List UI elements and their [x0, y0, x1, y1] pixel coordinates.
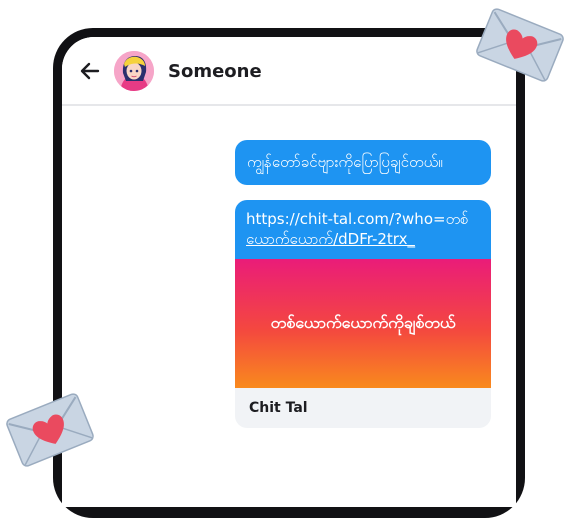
link-message-card[interactable]: https://chit-tal.com/?who=တစ် ယောက်ယောက်… — [235, 200, 491, 428]
chat-header: Someone — [62, 37, 516, 106]
link-preview-banner[interactable]: တစ်ယောက်ယောက်ကိုချစ်တယ် — [235, 259, 491, 388]
chat-screen: Someone ကျွန်တော်ခင်ဗျားကိုပြောပြချင်တယ်… — [62, 37, 516, 507]
link-site-name: Chit Tal — [249, 400, 308, 416]
love-letter-icon — [470, 0, 570, 90]
message-bubble[interactable]: ကျွန်တော်ခင်ဗျားကိုပြောပြချင်တယ်။ — [235, 140, 491, 185]
link-line-1: https://chit-tal.com/?who=တစ် — [246, 210, 469, 228]
link-text[interactable]: https://chit-tal.com/?who=တစ် ယောက်ယောက်… — [235, 200, 491, 259]
love-letter-icon — [0, 385, 100, 475]
contact-name[interactable]: Someone — [168, 61, 262, 82]
avatar[interactable] — [114, 51, 154, 91]
link-line-2: ယောက်ယောက်/dDFr-2trx_ — [246, 230, 415, 248]
link-preview-text: တစ်ယောက်ယောက်ကိုချစ်တယ် — [270, 312, 456, 332]
back-arrow-icon[interactable] — [76, 57, 104, 85]
